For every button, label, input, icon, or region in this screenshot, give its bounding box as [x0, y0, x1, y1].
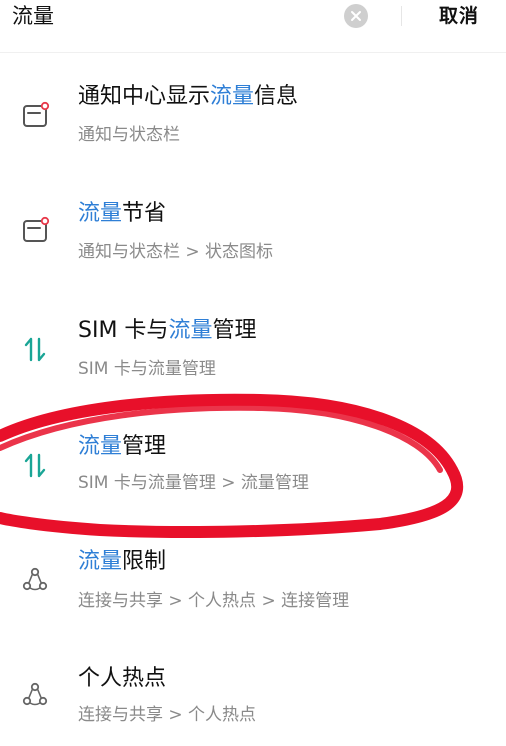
result-path: SIM 卡与流量管理	[78, 359, 216, 379]
settings-search-screen: 取消 通知中心显示流量信息 通知与状态栏 流量节省 通知与状态栏 > 状态图标	[0, 0, 506, 746]
data-transfer-icon	[18, 448, 52, 482]
close-icon	[351, 11, 361, 21]
search-input[interactable]	[12, 0, 332, 32]
data-transfer-icon	[18, 332, 52, 366]
search-result-item[interactable]: 个人热点 连接与共享 > 个人热点	[0, 650, 506, 746]
result-path: 通知与状态栏	[78, 125, 180, 145]
result-path: SIM 卡与流量管理 > 流量管理	[78, 473, 309, 493]
connection-share-icon	[18, 563, 52, 597]
cancel-button[interactable]: 取消	[439, 0, 479, 32]
result-title: SIM 卡与流量管理	[78, 318, 257, 343]
result-title: 流量管理	[78, 434, 167, 459]
search-result-item[interactable]: SIM 卡与流量管理 SIM 卡与流量管理	[0, 300, 506, 416]
result-path: 连接与共享 > 个人热点	[78, 705, 257, 725]
result-title: 流量限制	[78, 549, 167, 574]
result-path: 通知与状态栏 > 状态图标	[78, 242, 274, 262]
search-result-item[interactable]: 流量管理 SIM 卡与流量管理 > 流量管理	[0, 416, 506, 532]
result-title: 流量节省	[78, 201, 167, 226]
result-path: 连接与共享 > 个人热点 > 连接管理	[78, 591, 350, 611]
search-bar: 取消	[0, 0, 506, 53]
result-title: 个人热点	[78, 666, 167, 691]
search-result-item[interactable]: 流量节省 通知与状态栏 > 状态图标	[0, 183, 506, 299]
notification-panel-icon	[18, 213, 52, 247]
notification-panel-icon	[18, 98, 52, 132]
search-result-item[interactable]: 流量限制 连接与共享 > 个人热点 > 连接管理	[0, 533, 506, 649]
result-title: 通知中心显示流量信息	[78, 84, 299, 109]
search-result-item[interactable]: 通知中心显示流量信息 通知与状态栏	[0, 66, 506, 182]
connection-share-icon	[18, 678, 52, 712]
search-divider	[401, 6, 402, 26]
clear-search-button[interactable]	[344, 4, 368, 28]
